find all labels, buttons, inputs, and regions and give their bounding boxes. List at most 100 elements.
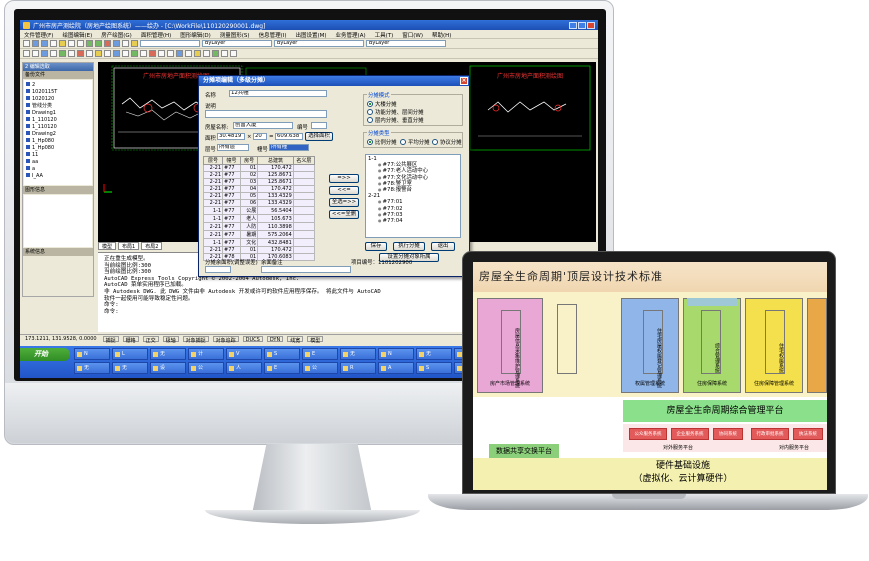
building-select[interactable]: 创富大厦 [233,122,293,129]
code-select[interactable]: 所有幢 [269,144,309,151]
erase-icon[interactable] [149,50,156,57]
extend-icon[interactable] [194,50,201,57]
number-field[interactable] [311,122,327,129]
tree-item[interactable]: 管线分类 [26,103,90,110]
menu-edit[interactable]: 绘图编辑(E) [62,31,92,39]
taskbar-item[interactable]: 无 [74,362,110,374]
undo-icon[interactable] [86,40,93,47]
zoom-icon[interactable] [113,40,120,47]
array-icon[interactable] [221,50,228,57]
taskbar-item[interactable]: E [264,362,300,374]
desc-field[interactable] [205,110,327,118]
color-combo[interactable]: ByLayer [202,40,272,47]
copy-icon[interactable] [68,40,75,47]
tab-layout1[interactable]: 布局1 [118,242,140,250]
type-radio-average[interactable]: 平均分摊 [400,138,430,146]
table-row[interactable]: 2-21 #77 01 170.472 [202,246,316,254]
polyline-icon[interactable] [32,50,39,57]
tab-layout2[interactable]: 布局2 [141,242,163,250]
taskbar-item[interactable]: S [416,362,452,374]
paste-icon[interactable] [77,40,84,47]
column-header[interactable]: 层号 [202,156,224,165]
execute-button[interactable]: 执行分摊 [393,242,425,251]
toggle-grid[interactable]: 栅格 [122,336,139,344]
insert-icon[interactable] [95,50,102,57]
type-radio-agreement[interactable]: 协议分摊 [432,138,462,146]
properties-icon[interactable] [122,40,129,47]
tree-item[interactable]: aa [26,159,90,166]
tree-item[interactable]: 1020120 [26,96,90,103]
linetype-combo[interactable]: ByLayer [274,40,364,47]
taskbar-item[interactable]: 计 [188,348,224,360]
redo-icon[interactable] [95,40,102,47]
tree-item[interactable]: 1020115T [26,89,90,96]
toggle-polar[interactable]: 极轴 [162,336,179,344]
tree-item[interactable]: 1_Hp080 [26,145,90,152]
area-base-field[interactable]: 30.4819 [217,133,245,140]
table-row[interactable]: 2-21 #77 05 133.4329 [202,192,316,200]
type-radio-ratio[interactable]: 比例分摊 [367,138,397,146]
floor-select[interactable]: 所有层 [217,144,249,151]
remove-button[interactable]: <<= [329,186,359,195]
area-multiplier-field[interactable]: 20 [253,133,267,140]
start-button[interactable]: 开始 [20,348,70,361]
taskbar-item[interactable]: 设 [150,362,186,374]
method-radio-floor[interactable]: 层内分摊、垂直分摊 [367,116,424,124]
print-icon[interactable] [50,40,57,47]
method-radio-function[interactable]: 功能分摊、层间分摊 [367,108,424,116]
toggle-model[interactable]: 模型 [307,336,324,344]
taskbar-item[interactable]: 无 [416,348,452,360]
add-button[interactable]: =>> [329,174,359,183]
tree-item[interactable]: a [26,166,90,173]
save-icon[interactable] [41,40,48,47]
toggle-ortho[interactable]: 正交 [142,336,159,344]
lineweight-combo[interactable]: ByLayer [366,40,446,47]
taskbar-item[interactable]: E [302,348,338,360]
block-icon[interactable] [86,50,93,57]
taskbar-item[interactable]: 人 [226,362,262,374]
table-row[interactable]: 2-21 #77 02 125.8671 [202,171,316,179]
table-row[interactable]: 2-21 #77 03 125.8671 [202,178,316,186]
scale-icon[interactable] [176,50,183,57]
toggle-snap[interactable]: 捕捉 [102,336,119,344]
close-icon[interactable] [587,21,595,29]
menu-help[interactable]: 帮助(H) [432,31,451,39]
tree-item[interactable]: Drawing2 [26,131,90,138]
rectangle-icon[interactable] [59,50,66,57]
menu-window[interactable]: 窗口(W) [402,31,423,39]
column-header[interactable]: 房号 [239,156,259,165]
taskbar-item[interactable]: A [378,362,414,374]
table-row[interactable]: 1-1 #77 老人 105.673 [202,214,316,223]
column-header[interactable]: 幢号 [222,156,241,165]
arc-icon[interactable] [50,50,57,57]
dialog-close-icon[interactable]: × [460,77,468,85]
toggle-dyn[interactable]: DYN [266,336,284,343]
column-header[interactable]: 总建筑 [257,156,294,165]
remaining-area-field[interactable] [205,266,231,273]
offset-icon[interactable] [203,50,210,57]
menu-area[interactable]: 面积管理(H) [141,31,171,39]
taskbar-item[interactable]: 无 [112,362,148,374]
maximize-icon[interactable] [578,21,586,29]
menu-drawing[interactable]: 房产绘图(G) [101,31,132,39]
tree-item[interactable]: 11 [26,152,90,159]
mirror-icon[interactable] [212,50,219,57]
area-icon[interactable] [113,50,120,57]
menu-print[interactable]: 出图设置(M) [296,31,327,39]
menu-info[interactable]: 信息管理(I) [259,31,287,39]
taskbar-item[interactable]: 无 [340,348,376,360]
measure-icon[interactable] [104,50,111,57]
layer-manager-icon[interactable] [140,50,147,57]
taskbar-item[interactable]: V [226,348,262,360]
tree-item[interactable]: 1_110120 [26,124,90,131]
minimize-icon[interactable] [569,21,577,29]
remaining-note-field[interactable] [261,266,351,273]
toggle-lineweight[interactable]: 线宽 [287,336,304,344]
table-row[interactable]: 1-1 #77 公展 56.5404 [202,206,316,215]
tree-item[interactable]: 1_110120 [26,117,90,124]
circle-icon[interactable] [41,50,48,57]
table-row[interactable]: 2-21 #77 06 133.4329 [202,199,316,207]
menu-tools[interactable]: 工具(T) [375,31,394,39]
save-button[interactable]: 保存 [365,242,387,251]
taskbar-item[interactable]: 无 [150,348,186,360]
